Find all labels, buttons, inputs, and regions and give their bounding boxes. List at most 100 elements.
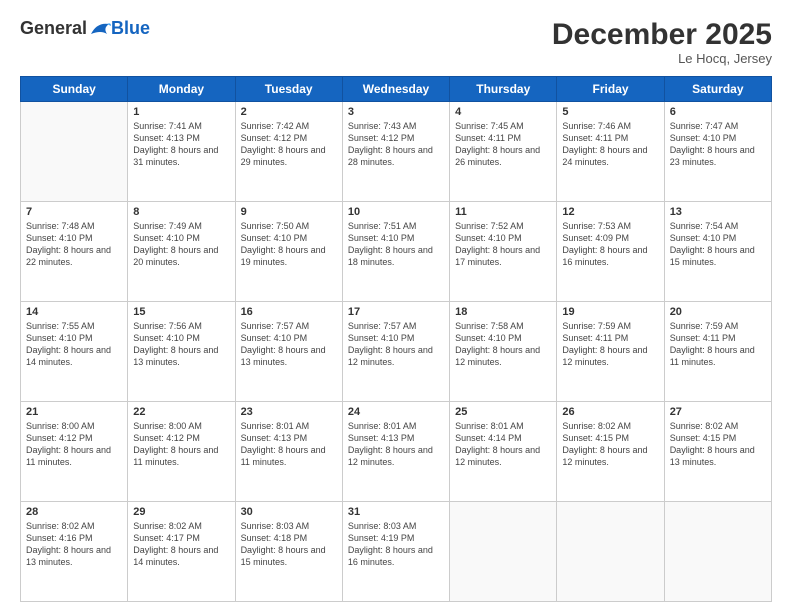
calendar-table: Sunday Monday Tuesday Wednesday Thursday… — [20, 76, 772, 602]
cell-info: Sunrise: 7:42 AMSunset: 4:12 PMDaylight:… — [241, 120, 337, 169]
table-row: 29 Sunrise: 8:02 AMSunset: 4:17 PMDayligh… — [128, 502, 235, 602]
table-row: 18 Sunrise: 7:58 AMSunset: 4:10 PMDayligh… — [450, 302, 557, 402]
table-row: 28 Sunrise: 8:02 AMSunset: 4:16 PMDayligh… — [21, 502, 128, 602]
logo-general-text: General — [20, 18, 87, 39]
table-row — [450, 502, 557, 602]
header-saturday: Saturday — [664, 77, 771, 102]
day-number: 13 — [670, 206, 766, 218]
table-row: 14 Sunrise: 7:55 AMSunset: 4:10 PMDayligh… — [21, 302, 128, 402]
header-sunday: Sunday — [21, 77, 128, 102]
day-number: 5 — [562, 106, 658, 118]
day-number: 9 — [241, 206, 337, 218]
cell-info: Sunrise: 8:02 AMSunset: 4:15 PMDaylight:… — [562, 420, 658, 469]
cell-info: Sunrise: 8:03 AMSunset: 4:18 PMDaylight:… — [241, 520, 337, 569]
day-number: 31 — [348, 506, 444, 518]
day-number: 14 — [26, 306, 122, 318]
title-area: December 2025 Le Hocq, Jersey — [552, 18, 772, 66]
table-row: 21Sunrise: 8:00 AMSunset: 4:12 PMDayligh… — [21, 402, 128, 502]
logo: General Blue — [20, 18, 150, 39]
day-number: 20 — [670, 306, 766, 318]
page: General Blue December 2025 Le Hocq, Jers… — [0, 0, 792, 612]
day-number: 26 — [562, 406, 658, 418]
cell-info: Sunrise: 8:02 AMSunset: 4:17 PMDaylight:… — [133, 520, 229, 569]
cell-info: Sunrise: 8:01 AMSunset: 4:13 PMDaylight:… — [241, 420, 337, 469]
table-row: 24 Sunrise: 8:01 AMSunset: 4:13 PMDayligh… — [342, 402, 449, 502]
calendar-row: 28 Sunrise: 8:02 AMSunset: 4:16 PMDayligh… — [21, 502, 772, 602]
header: General Blue December 2025 Le Hocq, Jers… — [20, 18, 772, 66]
cell-info: Sunrise: 7:45 AMSunset: 4:11 PMDaylight:… — [455, 120, 551, 169]
cell-info: Sunrise: 7:56 AMSunset: 4:10 PMDaylight:… — [133, 320, 229, 369]
cell-info: Sunrise: 8:01 AMSunset: 4:13 PMDaylight:… — [348, 420, 444, 469]
table-row: 22Sunrise: 8:00 AMSunset: 4:12 PMDayligh… — [128, 402, 235, 502]
table-row: 10Sunrise: 7:51 AMSunset: 4:10 PMDayligh… — [342, 202, 449, 302]
day-number: 21 — [26, 406, 122, 418]
header-monday: Monday — [128, 77, 235, 102]
cell-info: Sunrise: 7:51 AMSunset: 4:10 PMDaylight:… — [348, 220, 444, 269]
day-number: 18 — [455, 306, 551, 318]
header-friday: Friday — [557, 77, 664, 102]
day-number: 25 — [455, 406, 551, 418]
day-number: 12 — [562, 206, 658, 218]
table-row: 1 Sunrise: 7:41 AMSunset: 4:13 PMDaylight… — [128, 102, 235, 202]
table-row: 4 Sunrise: 7:45 AMSunset: 4:11 PMDaylight… — [450, 102, 557, 202]
calendar-row: 1 Sunrise: 7:41 AMSunset: 4:13 PMDaylight… — [21, 102, 772, 202]
table-row: 25 Sunrise: 8:01 AMSunset: 4:14 PMDayligh… — [450, 402, 557, 502]
table-row: 27 Sunrise: 8:02 AMSunset: 4:15 PMDayligh… — [664, 402, 771, 502]
day-number: 27 — [670, 406, 766, 418]
cell-info: Sunrise: 7:54 AMSunset: 4:10 PMDaylight:… — [670, 220, 766, 269]
cell-info: Sunrise: 8:00 AMSunset: 4:12 PMDaylight:… — [133, 420, 229, 469]
table-row — [21, 102, 128, 202]
table-row: 12 Sunrise: 7:53 AMSunset: 4:09 PMDayligh… — [557, 202, 664, 302]
table-row: 17Sunrise: 7:57 AMSunset: 4:10 PMDayligh… — [342, 302, 449, 402]
table-row — [664, 502, 771, 602]
logo-bird-icon — [89, 20, 111, 38]
table-row: 11Sunrise: 7:52 AMSunset: 4:10 PMDayligh… — [450, 202, 557, 302]
cell-info: Sunrise: 7:46 AMSunset: 4:11 PMDaylight:… — [562, 120, 658, 169]
cell-info: Sunrise: 7:55 AMSunset: 4:10 PMDaylight:… — [26, 320, 122, 369]
table-row: 8Sunrise: 7:49 AMSunset: 4:10 PMDaylight… — [128, 202, 235, 302]
day-number: 29 — [133, 506, 229, 518]
day-number: 4 — [455, 106, 551, 118]
table-row: 13 Sunrise: 7:54 AMSunset: 4:10 PMDayligh… — [664, 202, 771, 302]
table-row: 16 Sunrise: 7:57 AMSunset: 4:10 PMDayligh… — [235, 302, 342, 402]
day-number: 19 — [562, 306, 658, 318]
logo-blue-text: Blue — [111, 18, 150, 39]
calendar-row: 21 Sunrise: 8:00 AMSunset: 4:12 PMDayligh… — [21, 402, 772, 502]
day-number: 28 — [26, 506, 122, 518]
cell-info: Sunrise: 7:41 AMSunset: 4:13 PMDaylight:… — [133, 120, 229, 169]
day-number: 7 — [26, 206, 122, 218]
table-row: 15 Sunrise: 7:56 AMSunset: 4:10 PMDayligh… — [128, 302, 235, 402]
calendar-row: 14 Sunrise: 7:55 AMSunset: 4:10 PMDayligh… — [21, 302, 772, 402]
day-number: 30 — [241, 506, 337, 518]
day-number: 3 — [348, 106, 444, 118]
table-row: 30 Sunrise: 8:03 AMSunset: 4:18 PMDayligh… — [235, 502, 342, 602]
table-row: 20 Sunrise: 7:59 AMSunset: 4:11 PMDayligh… — [664, 302, 771, 402]
cell-info: Sunrise: 7:47 AMSunset: 4:10 PMDaylight:… — [670, 120, 766, 169]
month-title: December 2025 — [552, 18, 772, 51]
day-number: 15 — [133, 306, 229, 318]
cell-info: Sunrise: 7:43 AMSunset: 4:12 PMDaylight:… — [348, 120, 444, 169]
cell-info: Sunrise: 7:57 AMSunset: 4:10 PMDaylight:… — [348, 320, 444, 369]
cell-info: Sunrise: 7:53 AMSunset: 4:09 PMDaylight:… — [562, 220, 658, 269]
cell-info: Sunrise: 8:02 AMSunset: 4:15 PMDaylight:… — [670, 420, 766, 469]
day-number: 23 — [241, 406, 337, 418]
header-tuesday: Tuesday — [235, 77, 342, 102]
cell-info: Sunrise: 7:48 AMSunset: 4:10 PMDaylight:… — [26, 220, 122, 269]
cell-info: Sunrise: 8:02 AMSunset: 4:16 PMDaylight:… — [26, 520, 122, 569]
cell-info: Sunrise: 7:59 AMSunset: 4:11 PMDaylight:… — [670, 320, 766, 369]
table-row: 6 Sunrise: 7:47 AMSunset: 4:10 PMDaylight… — [664, 102, 771, 202]
table-row — [557, 502, 664, 602]
day-number: 24 — [348, 406, 444, 418]
day-number: 1 — [133, 106, 229, 118]
table-row: 23 Sunrise: 8:01 AMSunset: 4:13 PMDayligh… — [235, 402, 342, 502]
cell-info: Sunrise: 7:50 AMSunset: 4:10 PMDaylight:… — [241, 220, 337, 269]
day-number: 16 — [241, 306, 337, 318]
table-row: 26 Sunrise: 8:02 AMSunset: 4:15 PMDayligh… — [557, 402, 664, 502]
cell-info: Sunrise: 7:58 AMSunset: 4:10 PMDaylight:… — [455, 320, 551, 369]
cell-info: Sunrise: 8:01 AMSunset: 4:14 PMDaylight:… — [455, 420, 551, 469]
day-number: 6 — [670, 106, 766, 118]
day-number: 2 — [241, 106, 337, 118]
cell-info: Sunrise: 7:57 AMSunset: 4:10 PMDaylight:… — [241, 320, 337, 369]
cell-info: Sunrise: 7:59 AMSunset: 4:11 PMDaylight:… — [562, 320, 658, 369]
cell-info: Sunrise: 7:52 AMSunset: 4:10 PMDaylight:… — [455, 220, 551, 269]
